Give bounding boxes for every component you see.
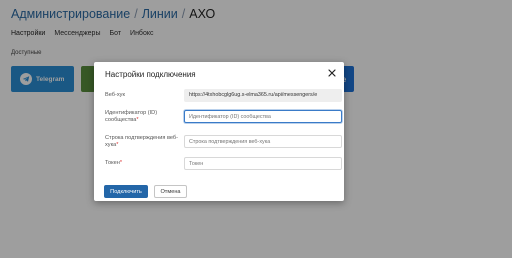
webhook-field[interactable]: https://4txhobcglg6ug.s-elma365.ru/api/m… [184,89,342,102]
community-id-label: Идентификатор (ID) сообщества* [105,110,158,123]
token-input[interactable] [184,157,342,170]
close-icon[interactable] [326,67,338,79]
confirm-string-label: Строка подтверждения веб-хука* [105,135,178,148]
dialog-title: Настройки подключения [105,70,196,79]
token-label: Токен* [105,160,122,166]
connection-settings-dialog: Настройки подключения Веб-хук https://4t… [94,62,344,201]
webhook-label: Веб-хук [105,92,125,98]
confirm-string-input[interactable] [184,135,342,148]
cancel-button[interactable]: Отмена [154,185,187,198]
connect-button[interactable]: Подключить [104,185,148,198]
community-id-input[interactable] [184,110,342,123]
